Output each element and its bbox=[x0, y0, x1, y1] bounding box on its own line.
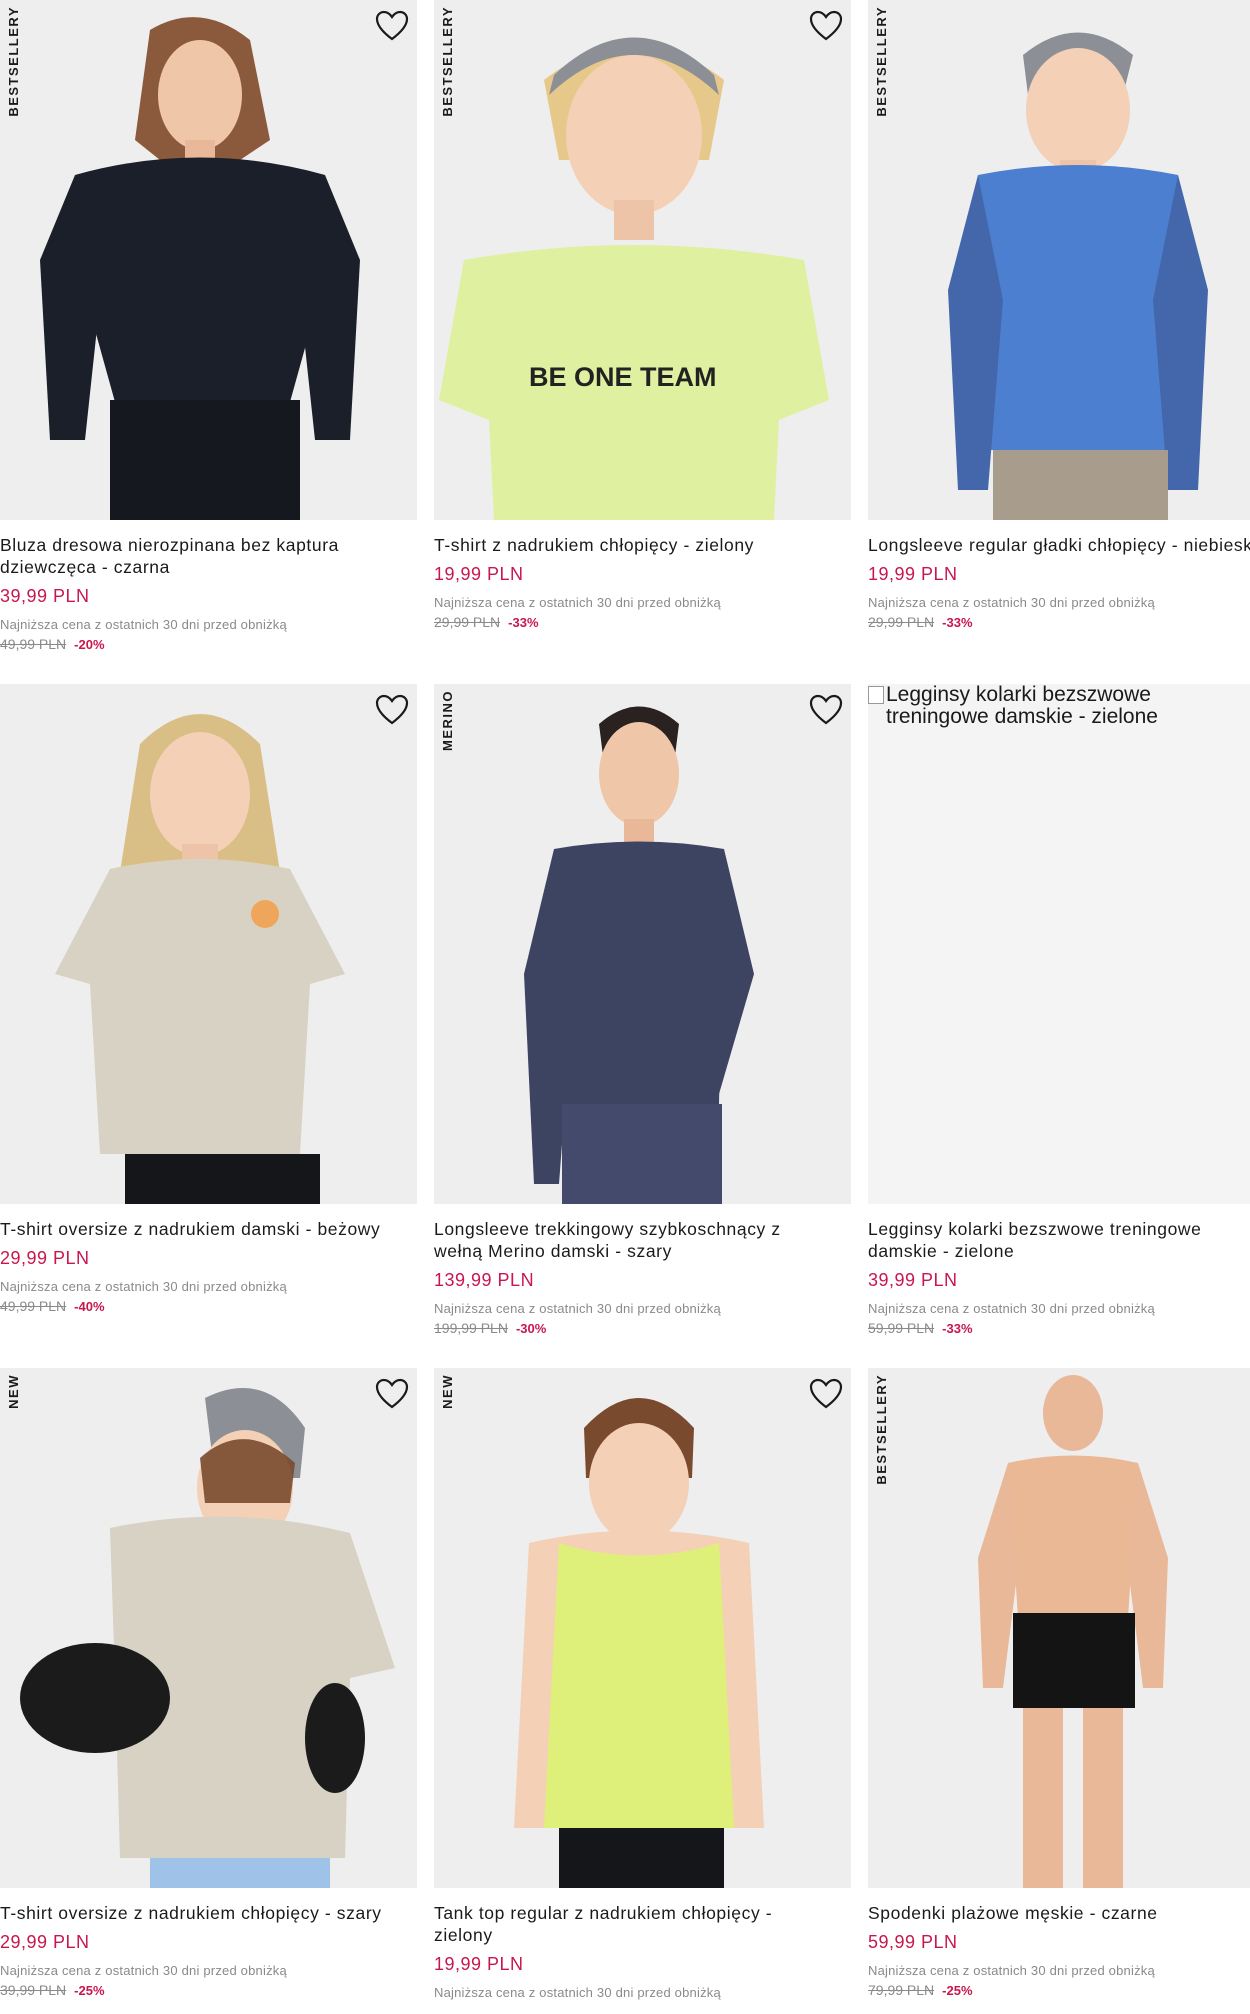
product-price: 19,99 PLN bbox=[868, 564, 958, 584]
product-image[interactable]: BE ONE TEAM BESTSELLERY bbox=[434, 0, 851, 520]
product-card[interactable]: NEW T-shirt oversize z nadrukiem chłopię… bbox=[0, 1368, 417, 1998]
product-title[interactable]: Bluza dresowa nierozpinana bez kaptura d… bbox=[0, 534, 400, 578]
old-price-row: 39,99 PLN -25% bbox=[0, 1982, 417, 1998]
product-card[interactable]: BESTSELLERY Longsleeve regular gładki ch… bbox=[868, 0, 1250, 630]
lowest-price-label: Najniższa cena z ostatnich 30 dni przed … bbox=[868, 595, 1155, 610]
old-price-row: 59,99 PLN -33% bbox=[868, 1320, 1250, 1336]
product-photo-figure bbox=[978, 1375, 1168, 1888]
old-price: 29,99 PLN bbox=[868, 614, 935, 630]
discount-badge: -33% bbox=[942, 615, 973, 630]
product-image[interactable]: BESTSELLERY bbox=[868, 1368, 1250, 1888]
image-alt-text: Legginsy kolarki bezszwowe treningowe da… bbox=[886, 684, 1158, 728]
product-image[interactable]: NEW bbox=[0, 1368, 417, 1888]
product-title[interactable]: Legginsy kolarki bezszwowe treningowe da… bbox=[868, 1218, 1250, 1262]
heart-outline-icon[interactable] bbox=[375, 1378, 409, 1410]
heart-outline-icon[interactable] bbox=[809, 1378, 843, 1410]
discount-badge: -33% bbox=[508, 615, 539, 630]
discount-badge: -20% bbox=[74, 637, 105, 652]
product-badge: BESTSELLERY bbox=[874, 1374, 889, 1485]
discount-badge: -33% bbox=[942, 1321, 973, 1336]
product-image[interactable]: BESTSELLERY bbox=[0, 0, 417, 520]
product-image[interactable]: BESTSELLERY bbox=[868, 0, 1250, 520]
lowest-price-label: Najniższa cena z ostatnich 30 dni przed … bbox=[0, 1279, 287, 1294]
old-price-row: 49,99 PLN -20% bbox=[0, 636, 417, 652]
old-price-row: 49,99 PLN -40% bbox=[0, 1298, 417, 1314]
product-photo-figure bbox=[524, 706, 754, 1204]
product-photo-figure bbox=[439, 37, 829, 520]
product-card[interactable]: BE ONE TEAM BESTSELLERY T-shirt z nadruk… bbox=[434, 0, 851, 630]
product-photo-figure bbox=[948, 32, 1208, 520]
heart-outline-icon[interactable] bbox=[809, 10, 843, 42]
heart-outline-icon[interactable] bbox=[375, 10, 409, 42]
product-card[interactable]: MERINO Longsleeve trekkingowy szybkoschn… bbox=[434, 684, 851, 1336]
product-badge: BESTSELLERY bbox=[874, 6, 889, 117]
old-price-row: 79,99 PLN -25% bbox=[868, 1982, 1250, 1998]
product-price: 39,99 PLN bbox=[0, 586, 90, 606]
old-price: 49,99 PLN bbox=[0, 1298, 67, 1314]
product-image[interactable] bbox=[0, 684, 417, 1204]
product-title[interactable]: T-shirt oversize z nadrukiem chłopięcy -… bbox=[0, 1902, 400, 1924]
product-photo-figure bbox=[20, 1388, 395, 1888]
product-badge: BESTSELLERY bbox=[440, 6, 455, 117]
product-badge: MERINO bbox=[440, 690, 455, 751]
product-card[interactable]: T-shirt oversize z nadrukiem damski - be… bbox=[0, 684, 417, 1314]
heart-outline-icon[interactable] bbox=[375, 694, 409, 726]
old-price-row: 29,99 PLN -33% bbox=[868, 614, 1250, 630]
product-photo-figure bbox=[40, 17, 360, 520]
product-image[interactable]: MERINO bbox=[434, 684, 851, 1204]
product-card[interactable]: BESTSELLERY Bluza dresowa nierozpinana b… bbox=[0, 0, 417, 652]
product-image[interactable]: Legginsy kolarki bezszwowe treningowe da… bbox=[868, 684, 1250, 1204]
lowest-price-label: Najniższa cena z ostatnich 30 dni przed … bbox=[0, 617, 287, 632]
lowest-price-label: Najniższa cena z ostatnich 30 dni przed … bbox=[434, 1301, 721, 1316]
product-title[interactable]: Spodenki plażowe męskie - czarne bbox=[868, 1902, 1250, 1924]
product-photo-figure bbox=[55, 714, 345, 1204]
lowest-price-label: Najniższa cena z ostatnich 30 dni przed … bbox=[868, 1301, 1155, 1316]
broken-image-alt: Legginsy kolarki bezszwowe treningowe da… bbox=[868, 684, 1208, 728]
product-price: 29,99 PLN bbox=[0, 1248, 90, 1268]
old-price-row: 199,99 PLN -30% bbox=[434, 1320, 851, 1336]
product-badge: NEW bbox=[440, 1374, 455, 1409]
lowest-price-label: Najniższa cena z ostatnich 30 dni przed … bbox=[434, 1985, 721, 2000]
heart-outline-icon[interactable] bbox=[809, 694, 843, 726]
product-card[interactable]: NEW Tank top regular z nadrukiem chłopię… bbox=[434, 1368, 851, 2000]
old-price: 49,99 PLN bbox=[0, 636, 67, 652]
product-grid: BESTSELLERY Bluza dresowa nierozpinana b… bbox=[0, 0, 1250, 2014]
discount-badge: -25% bbox=[942, 1983, 973, 1998]
old-price-row: 29,99 PLN -33% bbox=[434, 614, 851, 630]
product-card[interactable]: BESTSELLERY Spodenki plażowe męskie - cz… bbox=[868, 1368, 1250, 1998]
product-price: 39,99 PLN bbox=[868, 1270, 958, 1290]
product-price: 19,99 PLN bbox=[434, 1954, 524, 1974]
broken-image-icon bbox=[868, 686, 884, 704]
old-price: 39,99 PLN bbox=[0, 1982, 67, 1998]
product-price: 139,99 PLN bbox=[434, 1270, 535, 1290]
product-title[interactable]: T-shirt oversize z nadrukiem damski - be… bbox=[0, 1218, 400, 1240]
product-photo-figure bbox=[514, 1398, 764, 1888]
discount-badge: -30% bbox=[515, 1321, 547, 1336]
old-price: 199,99 PLN bbox=[434, 1320, 508, 1336]
product-image[interactable]: NEW bbox=[434, 1368, 851, 1888]
product-badge: BESTSELLERY bbox=[6, 6, 21, 117]
old-price: 59,99 PLN bbox=[868, 1320, 935, 1336]
shirt-print-text: BE ONE TEAM bbox=[529, 362, 717, 392]
old-price: 79,99 PLN bbox=[868, 1982, 935, 1998]
product-card[interactable]: Legginsy kolarki bezszwowe treningowe da… bbox=[868, 684, 1250, 1336]
product-price: 59,99 PLN bbox=[868, 1932, 958, 1952]
lowest-price-label: Najniższa cena z ostatnich 30 dni przed … bbox=[434, 595, 721, 610]
lowest-price-label: Najniższa cena z ostatnich 30 dni przed … bbox=[868, 1963, 1155, 1978]
product-price: 19,99 PLN bbox=[434, 564, 524, 584]
lowest-price-label: Najniższa cena z ostatnich 30 dni przed … bbox=[0, 1963, 287, 1978]
product-title[interactable]: Longsleeve trekkingowy szybkoschnący z w… bbox=[434, 1218, 834, 1262]
product-title[interactable]: Longsleeve regular gładki chłopięcy - ni… bbox=[868, 534, 1250, 556]
old-price: 29,99 PLN bbox=[434, 614, 501, 630]
discount-badge: -25% bbox=[74, 1983, 105, 1998]
product-badge: NEW bbox=[6, 1374, 21, 1409]
product-price: 29,99 PLN bbox=[0, 1932, 90, 1952]
discount-badge: -40% bbox=[74, 1299, 105, 1314]
product-title[interactable]: T-shirt z nadrukiem chłopięcy - zielony bbox=[434, 534, 834, 556]
product-title[interactable]: Tank top regular z nadrukiem chłopięcy -… bbox=[434, 1902, 834, 1946]
